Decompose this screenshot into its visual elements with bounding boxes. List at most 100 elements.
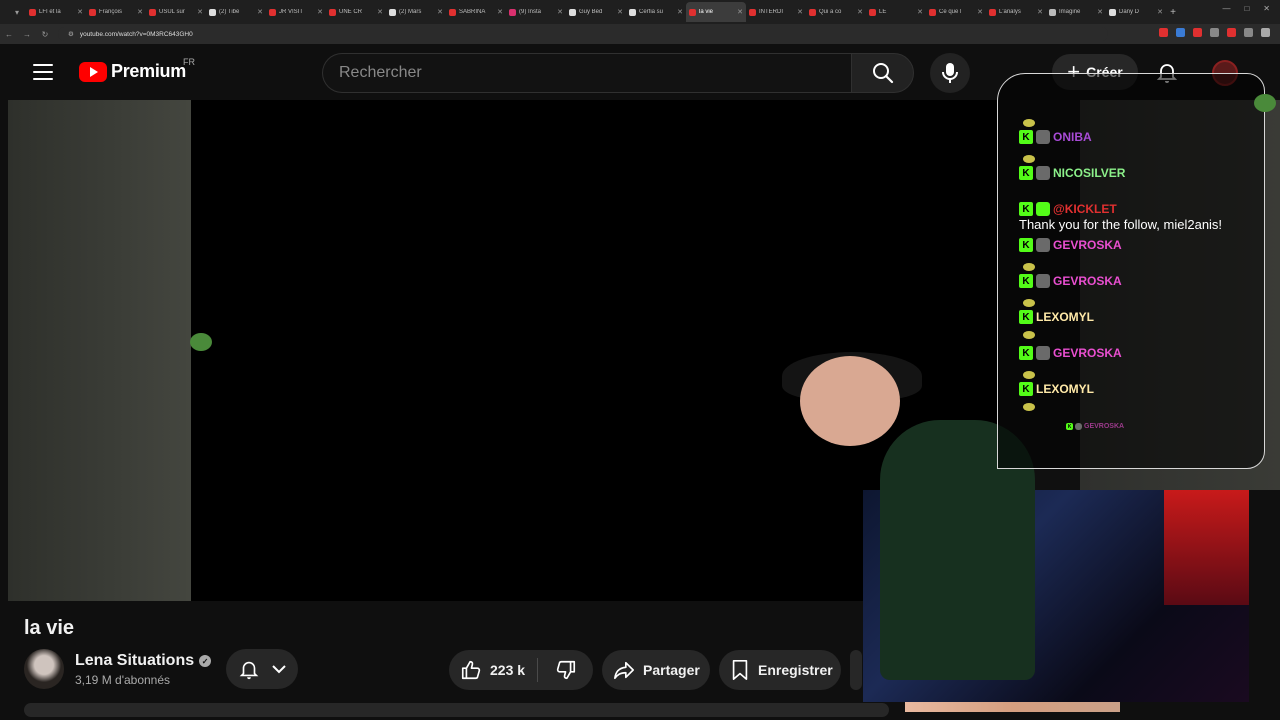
dislike-button[interactable] xyxy=(538,659,593,681)
extension-icon[interactable] xyxy=(1176,28,1185,37)
new-tab-button[interactable]: + xyxy=(1166,7,1180,18)
extension-icon[interactable] xyxy=(1159,28,1168,37)
browser-tab[interactable]: SABRINA ✕ xyxy=(446,2,506,22)
like-button[interactable]: 223 k xyxy=(449,658,538,682)
tab-label: Imagine xyxy=(1059,9,1081,15)
tab-label: Dany D xyxy=(1119,9,1140,15)
browser-tab[interactable]: UNE CR ✕ xyxy=(326,2,386,22)
tab-close-icon[interactable]: ✕ xyxy=(677,8,683,16)
microphone-icon xyxy=(942,63,958,83)
chat-message: K LEXOMYL xyxy=(1019,310,1094,324)
browser-tab[interactable]: François ✕ xyxy=(86,2,146,22)
more-actions-button[interactable] xyxy=(850,650,862,690)
tab-favicon-icon xyxy=(809,8,816,16)
chat-emote-icon xyxy=(1023,155,1035,163)
user-badge-icon xyxy=(1036,202,1050,216)
back-icon[interactable]: ← xyxy=(0,30,18,39)
browser-tab[interactable]: Imagine ✕ xyxy=(1046,2,1106,22)
tab-close-icon[interactable]: ✕ xyxy=(857,8,863,16)
tab-close-icon[interactable]: ✕ xyxy=(557,8,563,16)
tab-close-icon[interactable]: ✕ xyxy=(77,8,83,16)
description-box[interactable] xyxy=(24,703,889,717)
user-badge-icon xyxy=(1036,130,1050,144)
tab-favicon-icon xyxy=(749,8,756,16)
extension-icon[interactable] xyxy=(1227,28,1236,37)
chat-emote-icon xyxy=(1023,119,1035,127)
tab-close-icon[interactable]: ✕ xyxy=(497,8,503,16)
youtube-play-icon xyxy=(79,61,107,82)
browser-tab[interactable]: Ce que l ✕ xyxy=(926,2,986,22)
extension-icon[interactable] xyxy=(1261,28,1270,37)
site-info-icon[interactable]: ⚙ xyxy=(68,30,74,38)
chevron-down-icon xyxy=(272,665,286,674)
tab-favicon-icon xyxy=(449,8,456,16)
extension-icon[interactable] xyxy=(1193,28,1202,37)
search-button[interactable] xyxy=(851,53,914,93)
browser-tab[interactable]: L'analys ✕ xyxy=(986,2,1046,22)
chat-emote-icon xyxy=(1023,263,1035,271)
tab-label: SABRINA xyxy=(459,9,486,15)
subscription-notifications-button[interactable] xyxy=(226,649,298,689)
tab-close-icon[interactable]: ✕ xyxy=(737,8,743,16)
tab-close-icon[interactable]: ✕ xyxy=(797,8,803,16)
tab-close-icon[interactable]: ✕ xyxy=(977,8,983,16)
restore-icon[interactable]: □ xyxy=(1244,4,1249,13)
tab-close-icon[interactable]: ✕ xyxy=(317,8,323,16)
tab-label: USUL sur xyxy=(159,9,185,15)
browser-tab[interactable]: Guy Bed ✕ xyxy=(566,2,626,22)
channel-name[interactable]: Lena Situations ✓ xyxy=(75,652,212,670)
tab-label: (9) Insta xyxy=(519,9,542,15)
browser-tab[interactable]: (2) Tibe ✕ xyxy=(206,2,266,22)
bot-badge-icon xyxy=(1075,423,1082,430)
kick-badge-icon: K xyxy=(1019,382,1033,396)
reload-icon[interactable]: ↻ xyxy=(36,30,54,39)
search-input[interactable]: Rechercher xyxy=(322,53,852,93)
tab-close-icon[interactable]: ✕ xyxy=(137,8,143,16)
tab-close-icon[interactable]: ✕ xyxy=(1037,8,1043,16)
search-icon xyxy=(872,63,893,84)
kick-badge-icon: K xyxy=(1019,238,1033,252)
close-window-icon[interactable]: ✕ xyxy=(1263,4,1270,13)
like-count: 223 k xyxy=(490,662,526,678)
browser-tab[interactable]: INTERDI ✕ xyxy=(746,2,806,22)
share-arrow-icon xyxy=(614,661,634,680)
browser-tab[interactable]: JR VISIT ✕ xyxy=(266,2,326,22)
video-title: la vie xyxy=(24,617,75,639)
youtube-logo[interactable]: Premium xyxy=(79,61,186,82)
browser-tab[interactable]: LFI et la ✕ xyxy=(26,2,86,22)
extension-icon[interactable] xyxy=(1210,28,1219,37)
browser-tab[interactable]: (2) Mars ✕ xyxy=(386,2,446,22)
save-label: Enregistrer xyxy=(758,662,833,678)
tab-favicon-icon xyxy=(209,8,216,16)
browser-tab[interactable]: Cerfia su ✕ xyxy=(626,2,686,22)
url-field[interactable]: ⚙ youtube.com/watch?v=0M3RC643GH0 xyxy=(58,27,1108,41)
tab-search-icon[interactable]: ▾ xyxy=(8,8,26,17)
forward-icon[interactable]: → xyxy=(18,30,36,39)
channel-avatar[interactable] xyxy=(24,649,64,689)
tab-close-icon[interactable]: ✕ xyxy=(917,8,923,16)
chat-faded-message: K GEVROSKA xyxy=(1066,423,1124,430)
tab-close-icon[interactable]: ✕ xyxy=(617,8,623,16)
voice-search-button[interactable] xyxy=(930,53,970,93)
browser-tab[interactable]: la vie ✕ xyxy=(686,2,746,22)
tab-close-icon[interactable]: ✕ xyxy=(197,8,203,16)
menu-button[interactable] xyxy=(33,64,53,80)
chat-username: GEVROSKA xyxy=(1053,238,1122,252)
save-button[interactable]: Enregistrer xyxy=(719,650,841,690)
tab-close-icon[interactable]: ✕ xyxy=(1097,8,1103,16)
tab-close-icon[interactable]: ✕ xyxy=(257,8,263,16)
browser-tab[interactable]: Qui a co ✕ xyxy=(806,2,866,22)
tab-close-icon[interactable]: ✕ xyxy=(1157,8,1163,16)
browser-address-bar: ← → ↻ ⚙ youtube.com/watch?v=0M3RC643GH0 xyxy=(0,24,1280,44)
tab-close-icon[interactable]: ✕ xyxy=(437,8,443,16)
browser-tab[interactable]: Dany D ✕ xyxy=(1106,2,1166,22)
share-button[interactable]: Partager xyxy=(602,650,710,690)
country-code: FR xyxy=(183,57,195,67)
chat-username: GEVROSKA xyxy=(1053,274,1122,288)
minimize-icon[interactable]: — xyxy=(1222,4,1230,13)
tab-close-icon[interactable]: ✕ xyxy=(377,8,383,16)
browser-tab[interactable]: USUL sur ✕ xyxy=(146,2,206,22)
browser-tab[interactable]: (9) Insta ✕ xyxy=(506,2,566,22)
browser-tab[interactable]: LE ✕ xyxy=(866,2,926,22)
extension-icon[interactable] xyxy=(1244,28,1253,37)
